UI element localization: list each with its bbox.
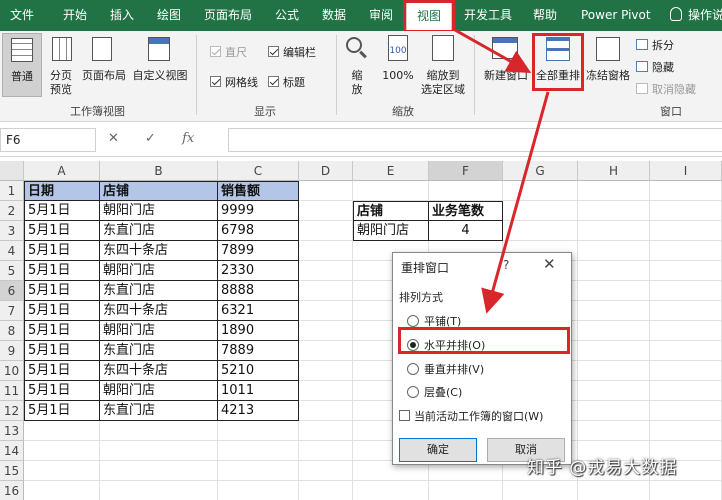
watermark: 知乎 @戎易大数据	[527, 458, 678, 478]
annotation-arrows	[454, 28, 550, 314]
arrow-to-arrange-all	[454, 28, 532, 73]
arrow-to-dialog	[481, 91, 550, 314]
